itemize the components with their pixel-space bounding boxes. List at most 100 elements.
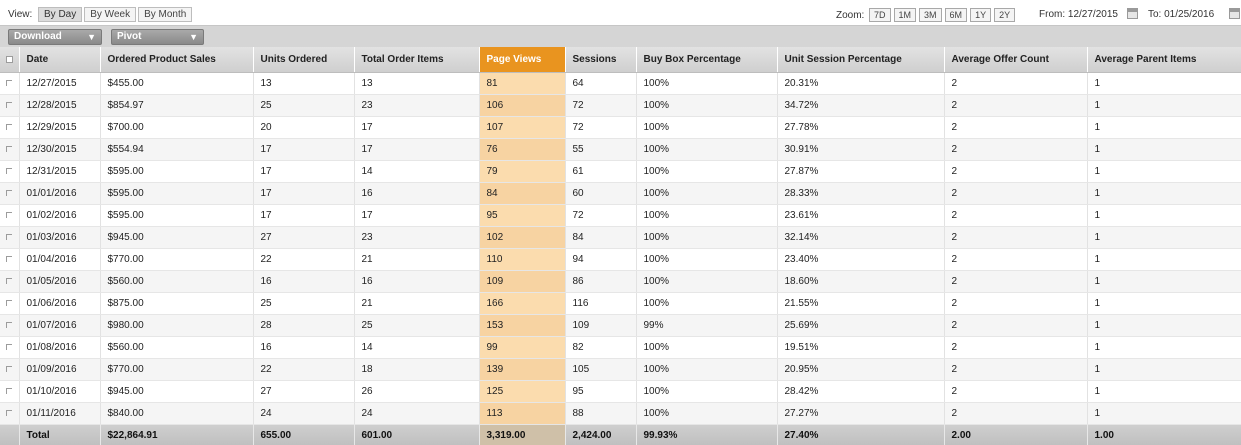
row-checkbox-cell[interactable] <box>0 138 20 161</box>
cell-average-parent-items: 1 <box>1087 94 1241 117</box>
table-row[interactable]: 01/04/2016 $770.00 22 21 110 94 100% 23.40% 2 1 <box>0 248 1241 271</box>
cell-sessions: 95 <box>565 380 637 403</box>
zoom-1y-button[interactable]: 1Y <box>970 8 992 22</box>
row-checkbox[interactable] <box>6 123 13 130</box>
row-checkbox[interactable] <box>6 167 13 174</box>
table-row[interactable]: 01/03/2016 $945.00 27 23 102 84 100% 32.14% 2 1 <box>0 226 1241 249</box>
row-checkbox-cell[interactable] <box>0 94 20 117</box>
table-row[interactable]: 01/08/2016 $560.00 16 14 99 82 100% 19.51% 2 1 <box>0 336 1241 359</box>
cell-unit-session-percentage: 21.55% <box>777 292 945 315</box>
row-checkbox-cell[interactable] <box>0 72 20 95</box>
row-checkbox[interactable] <box>6 409 13 416</box>
cell-unit-session-percentage: 30.91% <box>777 138 945 161</box>
view-by-month-button[interactable]: By Month <box>138 7 193 22</box>
table-row[interactable]: 01/01/2016 $595.00 17 16 84 60 100% 28.33% 2 1 <box>0 182 1241 205</box>
table-row[interactable]: 01/06/2016 $875.00 25 21 166 116 100% 21.55% 2 1 <box>0 292 1241 315</box>
row-checkbox-cell[interactable] <box>0 314 20 337</box>
cell-buy-box-percentage: 100% <box>636 380 778 403</box>
column-header-average-offer-count[interactable]: Average Offer Count <box>944 47 1088 73</box>
total-row-spacer <box>0 423 20 445</box>
column-header-sessions[interactable]: Sessions <box>565 47 637 73</box>
cell-buy-box-percentage: 100% <box>636 336 778 359</box>
table-row[interactable]: 01/09/2016 $770.00 22 18 139 105 100% 20.95% 2 1 <box>0 358 1241 381</box>
row-checkbox-cell[interactable] <box>0 226 20 249</box>
column-header-ordered-product-sales[interactable]: Ordered Product Sales <box>100 47 254 73</box>
row-checkbox[interactable] <box>6 321 13 328</box>
row-checkbox[interactable] <box>6 189 13 196</box>
cell-sessions: 84 <box>565 226 637 249</box>
cell-sessions: 109 <box>565 314 637 337</box>
cell-units-ordered: 27 <box>253 226 355 249</box>
row-checkbox-cell[interactable] <box>0 116 20 139</box>
zoom-1m-button[interactable]: 1M <box>893 8 917 22</box>
row-checkbox[interactable] <box>6 79 13 86</box>
column-header-page-views[interactable]: Page Views <box>479 47 566 73</box>
cell-units-ordered: 20 <box>253 116 355 139</box>
zoom-3m-button[interactable]: 3M <box>919 8 942 22</box>
row-checkbox-cell[interactable] <box>0 402 20 425</box>
table-row[interactable]: 12/27/2015 $455.00 13 13 81 64 100% 20.31% 2 1 <box>0 72 1241 95</box>
cell-unit-session-percentage: 25.69% <box>777 314 945 337</box>
sales-traffic-table: Date Ordered Product Sales Units Ordered… <box>0 47 1241 445</box>
download-dropdown[interactable]: Download ▼ <box>8 29 102 45</box>
select-all-checkbox[interactable] <box>5 55 13 63</box>
table-row[interactable]: 01/11/2016 $840.00 24 24 113 88 100% 27.27% 2 1 <box>0 402 1241 425</box>
row-checkbox[interactable] <box>6 233 13 240</box>
table-row[interactable]: 12/30/2015 $554.94 17 17 76 55 100% 30.91% 2 1 <box>0 138 1241 161</box>
date-from-field[interactable]: From: 12/27/2015 <box>1039 9 1118 20</box>
cell-buy-box-percentage: 100% <box>636 402 778 425</box>
table-row[interactable]: 01/07/2016 $980.00 28 25 153 109 99% 25.69% 2 1 <box>0 314 1241 337</box>
table-row[interactable]: 12/28/2015 $854.97 25 23 106 72 100% 34.72% 2 1 <box>0 94 1241 117</box>
table-row[interactable]: 01/05/2016 $560.00 16 16 109 86 100% 18.60% 2 1 <box>0 270 1241 293</box>
row-checkbox-cell[interactable] <box>0 270 20 293</box>
row-checkbox[interactable] <box>6 343 13 350</box>
column-header-average-parent-items[interactable]: Average Parent Items <box>1087 47 1241 73</box>
view-by-day-button[interactable]: By Day <box>38 7 83 22</box>
select-all-checkbox-cell[interactable] <box>0 47 20 73</box>
cell-ordered-product-sales: $840.00 <box>100 402 254 425</box>
table-row[interactable]: 01/02/2016 $595.00 17 17 95 72 100% 23.61% 2 1 <box>0 204 1241 227</box>
row-checkbox-cell[interactable] <box>0 182 20 205</box>
table-row[interactable]: 12/29/2015 $700.00 20 17 107 72 100% 27.78% 2 1 <box>0 116 1241 139</box>
column-header-total-order-items[interactable]: Total Order Items <box>354 47 480 73</box>
row-checkbox-cell[interactable] <box>0 248 20 271</box>
row-checkbox-cell[interactable] <box>0 380 20 403</box>
row-checkbox[interactable] <box>6 211 13 218</box>
row-checkbox[interactable] <box>6 101 13 108</box>
row-checkbox[interactable] <box>6 277 13 284</box>
row-checkbox-cell[interactable] <box>0 160 20 183</box>
column-header-buy-box-percentage[interactable]: Buy Box Percentage <box>636 47 778 73</box>
row-checkbox[interactable] <box>6 299 13 306</box>
view-by-week-button[interactable]: By Week <box>84 7 137 22</box>
pivot-dropdown[interactable]: Pivot ▼ <box>111 29 204 45</box>
row-checkbox[interactable] <box>6 255 13 262</box>
row-checkbox-cell[interactable] <box>0 336 20 359</box>
zoom-2y-button[interactable]: 2Y <box>994 8 1016 22</box>
table-row[interactable]: 01/10/2016 $945.00 27 26 125 95 100% 28.42% 2 1 <box>0 380 1241 403</box>
row-checkbox-cell[interactable] <box>0 292 20 315</box>
column-header-units-ordered[interactable]: Units Ordered <box>253 47 355 73</box>
row-checkbox[interactable] <box>6 387 13 394</box>
calendar-from-icon[interactable] <box>1127 8 1138 19</box>
row-checkbox[interactable] <box>6 365 13 372</box>
cell-average-offer-count: 2 <box>944 270 1088 293</box>
cell-average-parent-items: 1 <box>1087 314 1241 337</box>
column-header-date[interactable]: Date <box>19 47 101 73</box>
row-checkbox-cell[interactable] <box>0 358 20 381</box>
cell-unit-session-percentage: 19.51% <box>777 336 945 359</box>
zoom-7d-button[interactable]: 7D <box>869 8 891 22</box>
cell-units-ordered: 25 <box>253 94 355 117</box>
row-checkbox-cell[interactable] <box>0 204 20 227</box>
cell-ordered-product-sales: $945.00 <box>100 380 254 403</box>
cell-buy-box-percentage: 100% <box>636 358 778 381</box>
row-checkbox[interactable] <box>6 145 13 152</box>
table-row[interactable]: 12/31/2015 $595.00 17 14 79 61 100% 27.87% 2 1 <box>0 160 1241 183</box>
view-label: View: <box>8 9 33 20</box>
zoom-6m-button[interactable]: 6M <box>944 8 968 22</box>
cell-units-ordered: 24 <box>253 402 355 425</box>
column-header-unit-session-percentage[interactable]: Unit Session Percentage <box>777 47 945 73</box>
calendar-to-icon[interactable] <box>1229 8 1240 19</box>
cell-date: 12/30/2015 <box>19 138 101 161</box>
cell-units-ordered: 16 <box>253 336 355 359</box>
date-to-field[interactable]: To: 01/25/2016 <box>1148 9 1214 20</box>
